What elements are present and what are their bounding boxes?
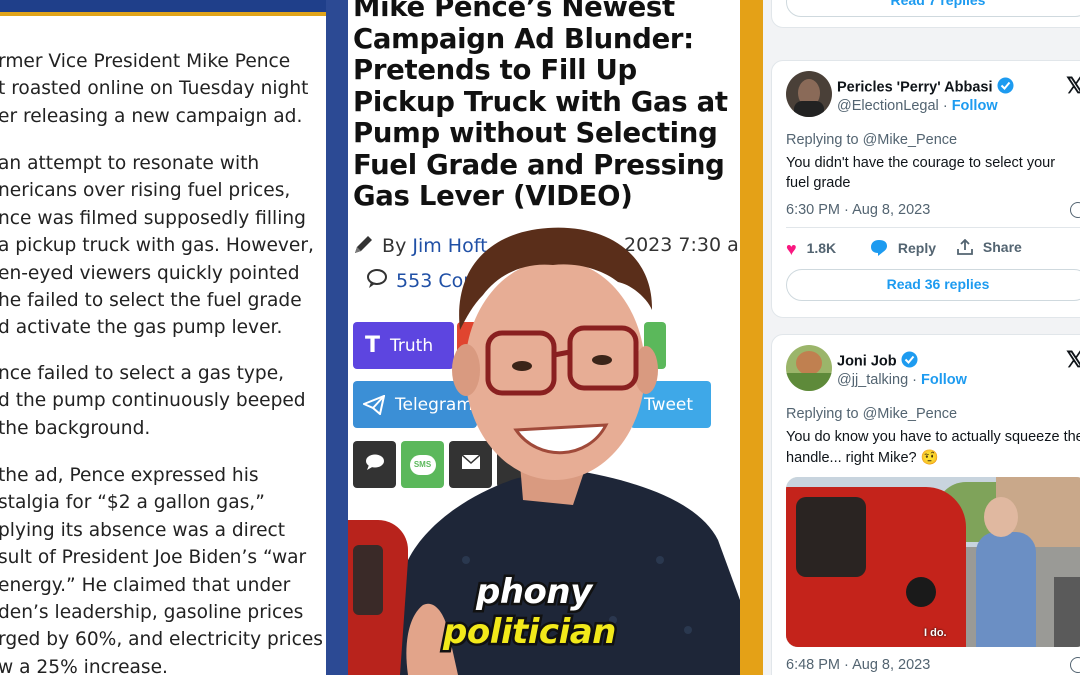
avatar[interactable] (786, 71, 832, 117)
tweet-text-line-2: fuel grade (786, 175, 851, 191)
verified-badge-icon (901, 351, 918, 372)
avatar[interactable] (786, 345, 832, 391)
article-text-line: nericans over rising fuel prices, (0, 180, 291, 202)
caption-line-2: politician (441, 610, 619, 655)
x-logo-icon[interactable]: 𝕏 (1066, 73, 1080, 99)
share-action[interactable]: Share (957, 238, 1022, 258)
divider-left (326, 0, 348, 675)
tweet-timestamp[interactable]: 6:30 PM · Aug 8, 2023 (786, 202, 930, 218)
like-action[interactable]: ♥ 1.8K (786, 239, 836, 260)
author-name-text: Pericles 'Perry' Abbasi (837, 79, 993, 96)
like-count: 1.8K (806, 240, 837, 257)
tweet-handle[interactable]: @ElectionLegal (837, 98, 939, 114)
article-text-line: nce was filmed supposedly filling (0, 207, 306, 229)
share-upload-icon (957, 238, 973, 258)
share-label: Share (982, 239, 1022, 256)
heart-icon: ♥ (786, 239, 797, 259)
read-replies-button[interactable]: Read 36 replies (786, 269, 1080, 301)
article-text-line: he failed to select the fuel grade (0, 290, 302, 311)
tweet-handle-row: @jj_talking · Follow (837, 372, 967, 388)
replying-to: Replying to @Mike_Pence (786, 406, 958, 422)
replying-to: Replying to @Mike_Pence (786, 132, 958, 148)
middle-article-panel: Mike Pence’s Newest Campaign Ad Blunder:… (348, 0, 740, 675)
article-text-line: the ad, Pence expressed his (0, 465, 259, 486)
article-text-line: sult of President Joe Biden’s “war (0, 547, 307, 569)
article-text-line: energy.” He claimed that under (0, 574, 291, 596)
tweet-timestamp[interactable]: 6:48 PM · Aug 8, 2023 (786, 657, 930, 673)
read-replies-top[interactable]: Read 7 replies (891, 0, 986, 8)
tweet-author-name[interactable]: Pericles 'Perry' Abbasi (837, 77, 1014, 98)
tweet-text-line-1: You didn't have the courage to select yo… (786, 155, 1056, 171)
article-text-line: t roasted online on Tuesday night (0, 78, 309, 100)
reply-bubble-icon (870, 239, 888, 259)
tweet-text-line-1: You do know you have to actually squeeze… (786, 429, 1080, 445)
read-replies-label: Read 36 replies (886, 276, 990, 292)
tweet-card-previous: Read 7 replies (771, 0, 1080, 28)
tweet-author-name[interactable]: Joni Job (837, 351, 918, 372)
article-text-line: er releasing a new campaign ad. (0, 105, 303, 127)
article-text-line: nce failed to select a gas type, (0, 363, 285, 384)
follow-button[interactable]: Follow (921, 372, 967, 388)
article-text-line: en-eyed viewers quickly pointed (0, 262, 300, 284)
article-text-line: plying its absence was a direct (0, 519, 286, 541)
article-text-line: the background. (0, 417, 151, 439)
tweet-handle-row: @ElectionLegal · Follow (837, 98, 998, 114)
tweet-video[interactable]: I do. (786, 477, 1080, 647)
video-caption: I do. (924, 627, 947, 639)
article-text-line: an attempt to resonate with (0, 153, 260, 174)
tweet-card-1: Pericles 'Perry' Abbasi @ElectionLegal ·… (771, 60, 1080, 318)
article-text-line: d the pump continuously beeped (0, 390, 306, 412)
tweet-card-2: Joni Job @jj_talking · Follow 𝕏 Replying… (771, 334, 1080, 675)
reply-action[interactable]: Reply (870, 239, 936, 259)
info-icon[interactable] (1070, 657, 1080, 673)
divider-right (740, 0, 763, 675)
article-text-line: w a 25% increase. (0, 656, 168, 675)
tweet-text-line-2: handle... right Mike? 🤨 (786, 450, 939, 466)
tweet-handle[interactable]: @jj_talking (837, 372, 908, 388)
reply-label: Reply (897, 239, 937, 256)
left-header-bar (0, 0, 326, 16)
article-text-line: den’s leadership, gasoline prices (0, 602, 304, 623)
author-name-text: Joni Job (837, 353, 897, 370)
info-icon[interactable] (1070, 202, 1080, 218)
right-tweets-panel: Read 7 replies Pericles 'Perry' Abbasi @… (763, 0, 1080, 675)
article-text-line: rged by 60%, and electricity prices (0, 629, 323, 651)
article-text-line: stalgia for “$2 a gallon gas,” (0, 492, 265, 514)
x-logo-icon[interactable]: 𝕏 (1066, 347, 1080, 373)
follow-button[interactable]: Follow (952, 98, 998, 114)
left-article-panel: rmer Vice President Mike Pence t roasted … (0, 0, 326, 675)
tweet-divider (786, 227, 1080, 228)
article-text-line: a pickup truck with gas. However, (0, 235, 314, 257)
verified-badge-icon (997, 77, 1014, 98)
article-text-line: rmer Vice President Mike Pence (0, 51, 291, 72)
article-text-line: d activate the gas pump lever. (0, 317, 283, 339)
caption-line-1: phony (474, 570, 595, 615)
